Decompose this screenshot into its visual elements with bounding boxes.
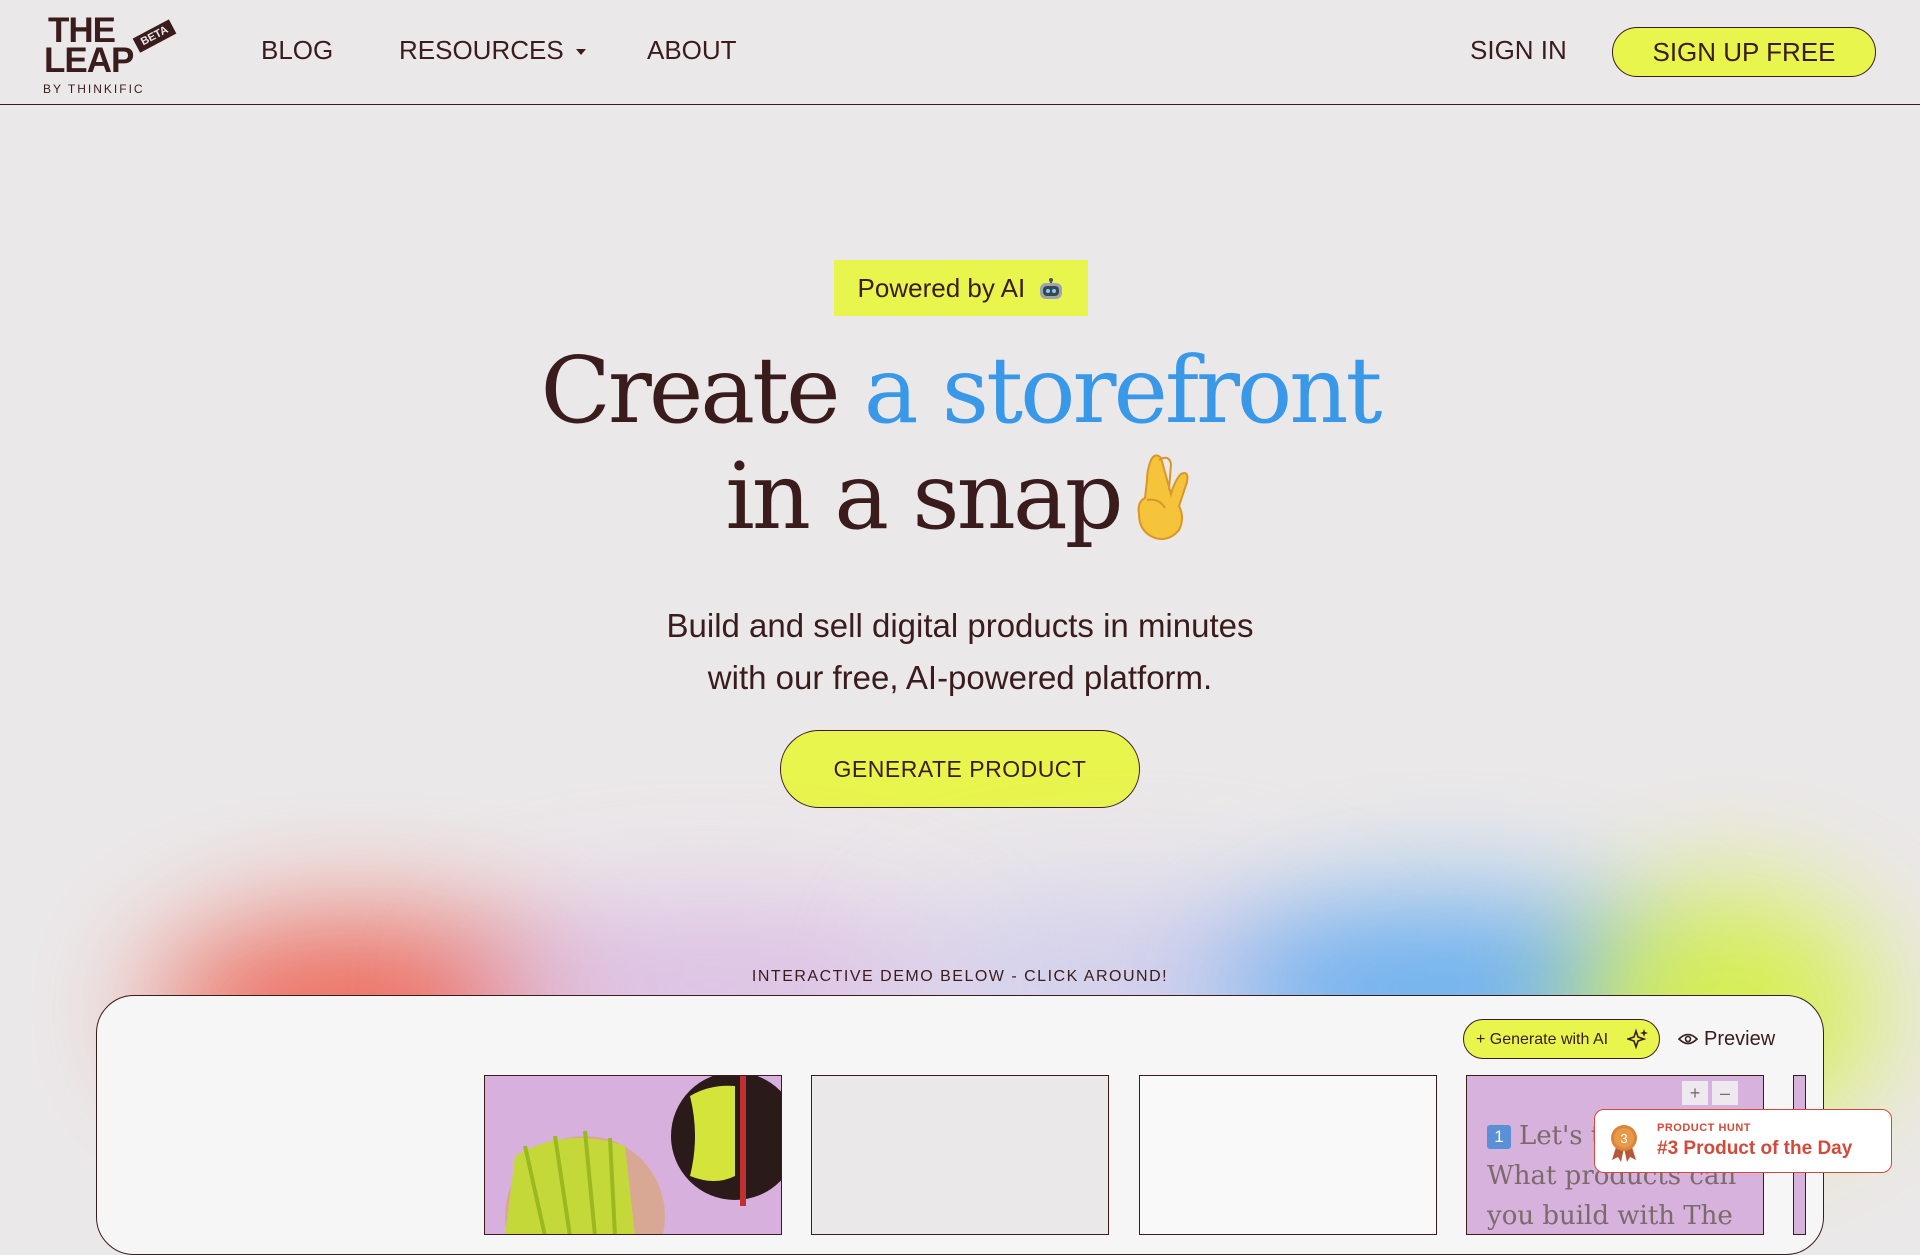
card-text-line3: you build with The [1487, 1201, 1733, 1231]
generate-with-ai-button[interactable]: + Generate with AI [1463, 1019, 1660, 1059]
caret-down-icon [575, 49, 586, 56]
headline-line2-text: in a snap [725, 443, 1123, 550]
hero-subtitle: Build and sell digital products in minut… [0, 600, 1920, 704]
nav-resources-label: RESOURCES [399, 35, 564, 65]
subtitle-line1: Build and sell digital products in minut… [666, 607, 1254, 644]
product-card-photo[interactable] [484, 1075, 782, 1235]
headline-highlight: a storefront [863, 337, 1383, 444]
hero-headline-line1: Create a storefront [0, 337, 1920, 444]
sign-in-link[interactable]: SIGN IN [1470, 35, 1567, 65]
sign-up-button[interactable]: SIGN UP FREE [1612, 27, 1876, 77]
product-card-empty[interactable] [1139, 1075, 1437, 1235]
eye-icon [1678, 1033, 1698, 1045]
generate-with-ai-label: + Generate with AI [1476, 1030, 1609, 1048]
headline-create: Create [540, 337, 864, 444]
sparkle-icon [1627, 1028, 1648, 1050]
zoom-out-icon[interactable]: – [1712, 1081, 1738, 1105]
subtitle-line2: with our free, AI-powered platform. [707, 659, 1213, 696]
preview-button[interactable]: Preview [1678, 1024, 1775, 1054]
logo-byline: BY THINKIFIC [43, 82, 145, 96]
nav-blog[interactable]: BLOG [261, 35, 333, 65]
powered-by-ai-badge: Powered by AI [834, 260, 1088, 316]
product-hunt-label: PRODUCT HUNT [1657, 1122, 1751, 1134]
medal-icon: 3 [1611, 1125, 1637, 1162]
crossed-fingers-icon [1137, 454, 1188, 540]
beta-badge: BETA [132, 19, 177, 53]
number-one-icon: 1 [1487, 1125, 1511, 1149]
nav-about[interactable]: ABOUT [647, 35, 737, 65]
svg-text:3: 3 [1620, 1131, 1627, 1146]
product-card-blank[interactable] [811, 1075, 1109, 1235]
the-leap-logo[interactable]: THE LEAP BETA BY THINKIFIC [42, 13, 177, 96]
generate-product-button[interactable]: GENERATE PRODUCT [780, 730, 1140, 808]
nav-resources[interactable]: RESOURCES [399, 35, 586, 65]
hero-headline-line2: in a snap [0, 443, 1920, 550]
site-header: THE LEAP BETA BY THINKIFIC BLOG RESOURCE… [0, 0, 1920, 105]
demo-label: INTERACTIVE DEMO BELOW - CLICK AROUND! [751, 968, 1169, 985]
logo-line2: LEAP [44, 41, 134, 80]
ai-badge-label: Powered by AI [857, 273, 1026, 303]
product-hunt-badge[interactable]: 3 PRODUCT HUNT #3 Product of the Day [1594, 1109, 1892, 1173]
product-hunt-title: #3 Product of the Day [1657, 1138, 1853, 1159]
robot-icon [1040, 278, 1063, 299]
product-card-image [505, 1076, 781, 1234]
zoom-in-icon[interactable]: + [1682, 1081, 1708, 1105]
preview-label: Preview [1704, 1028, 1776, 1050]
